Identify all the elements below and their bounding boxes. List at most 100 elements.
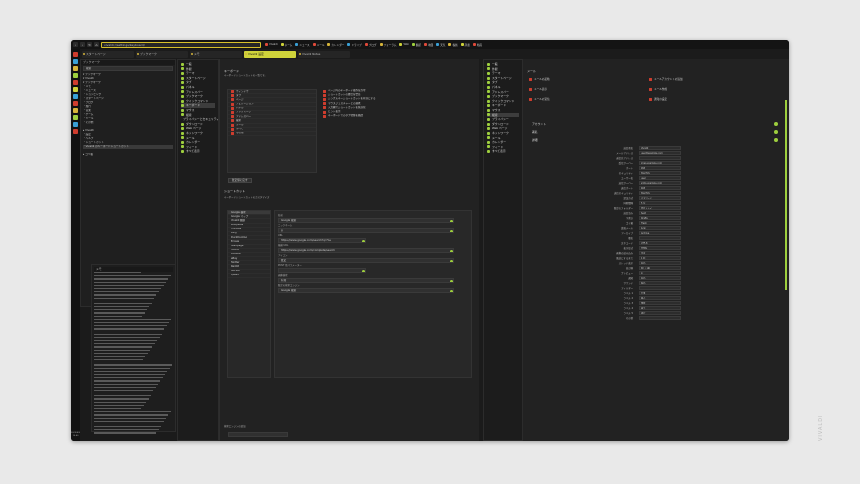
mail-option[interactable]: メール作成: [649, 87, 667, 91]
checkbox-icon[interactable]: [529, 87, 532, 91]
checkbox-icon[interactable]: [323, 93, 326, 97]
field-input[interactable]: https://www.google.com/complete/search: [278, 248, 454, 253]
bookmark-item[interactable]: 天気: [436, 43, 445, 47]
mail-field-value[interactable]: [639, 235, 681, 240]
checkbox-icon[interactable]: [529, 77, 532, 81]
bookmark-item[interactable]: ホーム: [280, 43, 292, 47]
panel-icon[interactable]: [73, 73, 78, 78]
checkbox-icon[interactable]: [323, 106, 326, 110]
add-engine-field[interactable]: [228, 432, 288, 437]
option-row[interactable]: キーボードでのタブ切替を循環: [320, 114, 390, 118]
section-bar[interactable]: 詳細: [529, 137, 781, 143]
bookmark-item[interactable]: メール: [312, 43, 324, 47]
bookmark-item[interactable]: 動画: [472, 43, 482, 47]
mail-field-value[interactable]: Vivaldi: [639, 145, 681, 150]
mail-option[interactable]: メールの受信: [529, 97, 550, 101]
mail-field-value[interactable]: 新しい順: [639, 265, 681, 270]
panel-icon[interactable]: [73, 52, 78, 57]
checkbox-icon[interactable]: [323, 97, 326, 101]
mail-field-value[interactable]: SSL/TLS: [639, 190, 681, 195]
menu-item[interactable]: すべて表示: [487, 149, 519, 154]
checkbox-icon[interactable]: [231, 123, 234, 127]
mail-field-value[interactable]: 無効: [639, 280, 681, 285]
checkbox-icon[interactable]: [231, 119, 234, 123]
field-input[interactable]: g: [278, 228, 454, 233]
bookmark-item[interactable]: ブログ: [364, 43, 377, 47]
mail-field-value[interactable]: Drafts: [639, 215, 681, 220]
field-input[interactable]: Google 検索: [278, 288, 454, 293]
mail-option[interactable]: メールアカウントの追加: [649, 77, 683, 81]
mail-option[interactable]: 通知の設定: [649, 97, 667, 101]
checkbox-icon[interactable]: [231, 98, 234, 102]
mail-field-value[interactable]: 個人: [639, 295, 681, 300]
tab-1[interactable]: ブックマーク: [136, 51, 188, 58]
mail-field-value[interactable]: 5 分: [639, 200, 681, 205]
bookmark-item[interactable]: Vivaldi: [265, 43, 278, 47]
checkbox-icon[interactable]: [231, 115, 234, 119]
mail-field-value[interactable]: Trash: [639, 220, 681, 225]
field-input[interactable]: [278, 268, 366, 273]
mail-field-value[interactable]: 後で: [639, 305, 681, 310]
mail-field-value[interactable]: パスワード: [639, 195, 681, 200]
expand-icon[interactable]: [774, 130, 778, 134]
field-input[interactable]: Google 検索: [278, 218, 454, 223]
reset-button[interactable]: 既定値に戻す: [228, 178, 252, 183]
mail-option[interactable]: メールの起動: [529, 77, 550, 81]
mail-field-value[interactable]: 1 秒: [639, 255, 681, 260]
forward-icon[interactable]: ›: [80, 42, 85, 47]
mail-field-value[interactable]: 許可: [639, 250, 681, 255]
checkbox-icon[interactable]: [323, 89, 326, 93]
checkbox-icon[interactable]: [649, 97, 652, 101]
bookmark-item[interactable]: 辞書: [460, 43, 470, 47]
mail-field-value[interactable]: 重要: [639, 300, 681, 305]
scrollbar[interactable]: [785, 100, 787, 290]
mail-option[interactable]: メール表示: [529, 87, 547, 91]
section-bar[interactable]: アカウント: [529, 121, 781, 127]
checkbox-icon[interactable]: [231, 94, 234, 98]
panel-icon[interactable]: [73, 66, 78, 71]
mail-field-value[interactable]: UTF-8: [639, 240, 681, 245]
mail-field-value[interactable]: user: [639, 175, 681, 180]
checkbox-icon[interactable]: [231, 90, 234, 94]
panel-icon[interactable]: [73, 80, 78, 85]
mail-field-value[interactable]: HTML: [639, 245, 681, 250]
expand-icon[interactable]: [774, 122, 778, 126]
back-icon[interactable]: ‹: [73, 42, 78, 47]
checkbox-icon[interactable]: [231, 106, 234, 110]
mail-field-value[interactable]: 旅行: [639, 310, 681, 315]
checkbox-icon[interactable]: [231, 131, 234, 135]
mail-field-value[interactable]: Archive: [639, 230, 681, 235]
bookmark-item[interactable]: ニュース: [295, 43, 310, 47]
tab-0[interactable]: スタートページ: [82, 51, 134, 58]
checkbox-icon[interactable]: [323, 114, 326, 118]
note-text[interactable]: [94, 272, 173, 434]
panel-icon[interactable]: [73, 87, 78, 92]
checkbox-icon[interactable]: [529, 97, 532, 101]
checkbox-icon[interactable]: [231, 102, 234, 106]
mail-field-value[interactable]: 受信トレイ: [639, 205, 681, 210]
checkbox-icon[interactable]: [323, 110, 326, 114]
panel-icon[interactable]: [73, 94, 78, 99]
section-bar[interactable]: 署名: [529, 129, 781, 135]
mail-field-value[interactable]: 仕事: [639, 290, 681, 295]
bookmark-item[interactable]: Wiki: [399, 43, 409, 47]
mail-field-value[interactable]: Sent: [639, 210, 681, 215]
address-bar[interactable]: vivaldi://settings/keyboard/: [101, 41, 261, 48]
mail-field-value[interactable]: [639, 285, 681, 290]
bookmark-item[interactable]: 翻訳: [411, 43, 421, 47]
mail-field-value[interactable]: 右: [639, 270, 681, 275]
mail-field-value[interactable]: 有効: [639, 260, 681, 265]
panel-icon[interactable]: [73, 129, 78, 134]
bookmark-item[interactable]: ドライブ: [347, 43, 362, 47]
mail-field-value[interactable]: Junk: [639, 225, 681, 230]
engine-row[interactable]: Qwant: [228, 274, 270, 278]
mail-field-value[interactable]: [639, 315, 681, 320]
bookmark-item[interactable]: 株価: [448, 43, 458, 47]
checkbox-icon[interactable]: [649, 87, 652, 91]
home-icon[interactable]: ⌂: [94, 42, 99, 47]
category-row[interactable]: その他: [228, 131, 316, 137]
field-input[interactable]: 有効: [278, 278, 454, 283]
mail-field-value[interactable]: 993: [639, 165, 681, 170]
checkbox-icon[interactable]: [231, 111, 234, 115]
panel-icon[interactable]: [73, 115, 78, 120]
